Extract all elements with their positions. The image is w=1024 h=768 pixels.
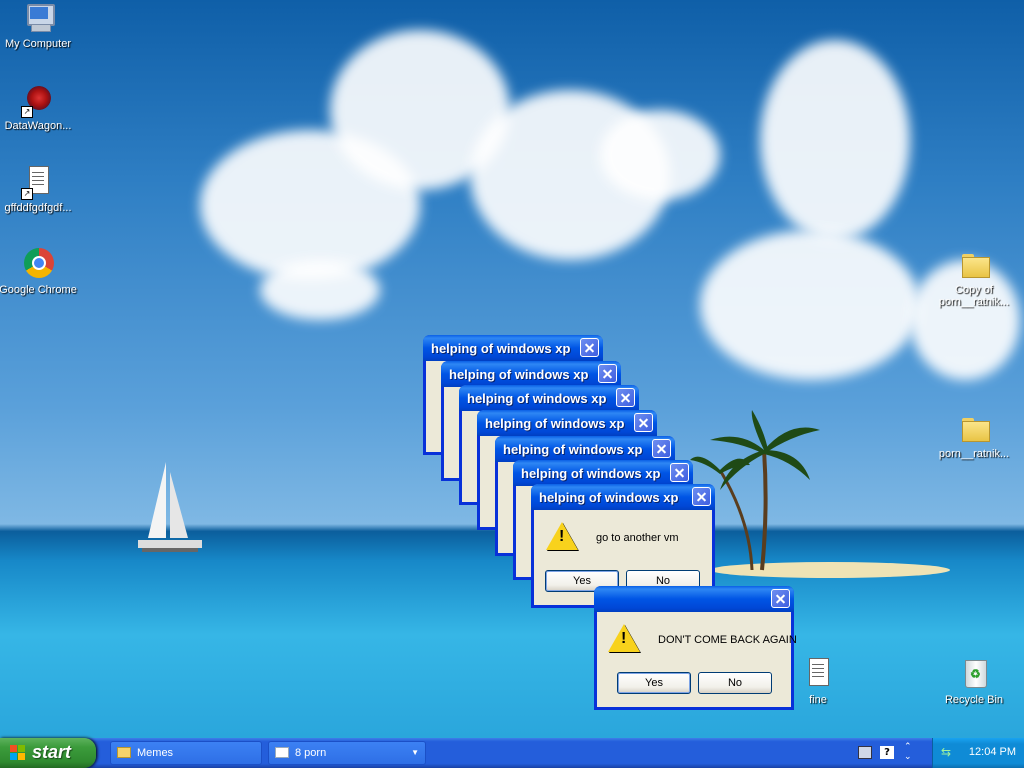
- my-computer-icon: [21, 2, 55, 36]
- close-icon[interactable]: [598, 364, 617, 383]
- dialog-titlebar[interactable]: [594, 586, 794, 612]
- window-group-icon: [275, 747, 289, 758]
- taskbar-button-label: 8 porn: [295, 747, 327, 759]
- dialog-title: helping of windows xp: [431, 341, 571, 356]
- desktop-icon-my-computer[interactable]: My Computer: [0, 2, 80, 50]
- dialog-titlebar[interactable]: helping of windows xp: [423, 335, 603, 361]
- dialog-title: helping of windows xp: [521, 466, 661, 481]
- taskbar: start Memes 8 porn ▼ ? ⌃ ⌄ ⇆ 12:04 PM: [0, 738, 1024, 768]
- clock[interactable]: 12:04 PM: [969, 746, 1016, 758]
- dialog-titlebar[interactable]: helping of windows xp: [531, 484, 715, 510]
- no-button[interactable]: No: [698, 672, 772, 694]
- close-icon[interactable]: [616, 388, 635, 407]
- close-icon[interactable]: [692, 487, 711, 506]
- chevron-icon[interactable]: ⌃ ⌄: [904, 742, 912, 762]
- taskbar-button-porn-group[interactable]: 8 porn ▼: [268, 741, 426, 765]
- warning-icon: !: [546, 522, 578, 550]
- sailboat-image: [138, 462, 202, 552]
- dialog-title: helping of windows xp: [503, 442, 643, 457]
- dialog-titlebar[interactable]: helping of windows xp: [477, 410, 657, 436]
- dialog-message: DON'T COME BACK AGAIN: [658, 634, 797, 646]
- taskbar-button-memes[interactable]: Memes: [110, 741, 262, 765]
- dialog-message: go to another vm: [596, 532, 679, 544]
- warning-icon: !: [608, 624, 640, 652]
- close-icon[interactable]: [634, 413, 653, 432]
- dialog-title: helping of windows xp: [485, 416, 625, 431]
- folder-icon: [117, 747, 131, 758]
- dialog-title: helping of windows xp: [539, 490, 679, 505]
- wallpaper-cloud: [700, 230, 920, 380]
- desktop-icon-google-chrome[interactable]: Google Chrome: [0, 248, 80, 296]
- dialog-titlebar[interactable]: helping of windows xp: [441, 361, 621, 387]
- dialog-title: helping of windows xp: [467, 391, 607, 406]
- desktop: My Computer ↗ DataWagon... ↗ gffddfgdfgd…: [0, 0, 1024, 738]
- close-icon[interactable]: [771, 589, 790, 608]
- wallpaper-cloud: [600, 110, 720, 200]
- close-icon[interactable]: [670, 463, 689, 482]
- island-image: [690, 410, 950, 578]
- chrome-icon: [21, 248, 55, 282]
- desktop-icon-recycle-bin[interactable]: ♻ Recycle Bin: [932, 658, 1016, 706]
- desktop-icon-gffddfgdfgdf[interactable]: ↗ gffddfgdfgdf...: [0, 166, 80, 214]
- text-file-shortcut-icon: ↗: [21, 166, 55, 200]
- start-button[interactable]: start: [0, 738, 96, 768]
- start-label: start: [32, 742, 72, 762]
- dialog-titlebar[interactable]: helping of windows xp: [495, 436, 675, 462]
- close-icon[interactable]: [580, 338, 599, 357]
- help-icon[interactable]: ?: [880, 746, 894, 759]
- close-icon[interactable]: [652, 439, 671, 458]
- taskbar-button-label: Memes: [137, 747, 174, 759]
- last-dialog[interactable]: ! DON'T COME BACK AGAIN Yes No: [594, 586, 797, 710]
- system-tray: ⇆ 12:04 PM: [932, 738, 1024, 768]
- text-file-icon: [801, 658, 835, 692]
- datawagon-shortcut-icon: ↗: [21, 84, 55, 118]
- keyboard-icon[interactable]: [858, 746, 872, 759]
- wallpaper-cloud: [760, 40, 910, 240]
- folder-icon: [957, 412, 991, 446]
- recycle-bin-icon: ♻: [957, 658, 991, 692]
- chevron-down-icon: ▼: [411, 748, 419, 757]
- wallpaper-cloud: [260, 260, 380, 320]
- dialog-title: helping of windows xp: [449, 367, 589, 382]
- windows-logo-icon: [10, 745, 26, 761]
- yes-button[interactable]: Yes: [617, 672, 691, 694]
- desktop-icon-datawagon[interactable]: ↗ DataWagon...: [0, 84, 80, 132]
- dialog-titlebar[interactable]: helping of windows xp: [459, 385, 639, 411]
- desktop-icon-porn-ratnik[interactable]: porn__ratnik...: [932, 412, 1016, 460]
- desktop-icon-copy-of-porn-ratnik[interactable]: Copy of porn__ratnik...: [932, 248, 1016, 308]
- network-icon[interactable]: ⇆: [941, 745, 955, 759]
- dialog-titlebar[interactable]: helping of windows xp: [513, 460, 693, 486]
- folder-icon: [957, 248, 991, 282]
